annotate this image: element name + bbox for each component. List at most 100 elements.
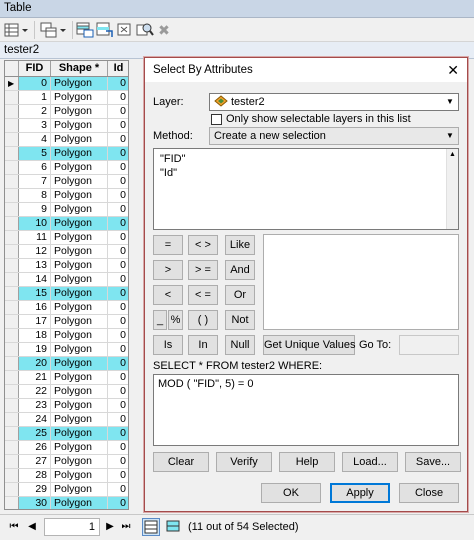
cell-fid[interactable]: 26	[19, 441, 51, 454]
operator-less-button[interactable]: <	[153, 285, 183, 305]
cell-fid[interactable]: 1	[19, 91, 51, 104]
cell-id[interactable]: 0	[108, 105, 128, 118]
layer-dropdown[interactable]: tester2 ▼	[209, 93, 459, 111]
cell-id[interactable]: 0	[108, 175, 128, 188]
table-row[interactable]: 14 Polygon 0	[5, 273, 128, 287]
field-item-fid[interactable]: "FID"	[160, 153, 186, 165]
first-record-button[interactable]: ⏮	[8, 520, 20, 534]
cell-fid[interactable]: 5	[19, 147, 51, 160]
cell-fid[interactable]: 9	[19, 203, 51, 216]
table-row[interactable]: 22 Polygon 0	[5, 385, 128, 399]
current-record-field[interactable]: 1	[44, 518, 100, 536]
cell-shape[interactable]: Polygon	[51, 77, 108, 90]
cell-id[interactable]: 0	[108, 427, 128, 440]
cell-id[interactable]: 0	[108, 147, 128, 160]
row-selector[interactable]	[5, 413, 19, 426]
unique-values-list[interactable]	[263, 234, 459, 330]
row-selector[interactable]	[5, 105, 19, 118]
cell-shape[interactable]: Polygon	[51, 329, 108, 342]
cell-id[interactable]: 0	[108, 357, 128, 370]
table-row[interactable]: 4 Polygon 0	[5, 133, 128, 147]
row-selector[interactable]	[5, 133, 19, 146]
cell-shape[interactable]: Polygon	[51, 259, 108, 272]
operator-not-button[interactable]: Not	[225, 310, 255, 330]
cell-fid[interactable]: 28	[19, 469, 51, 482]
cell-shape[interactable]: Polygon	[51, 357, 108, 370]
zoom-to-selected-button[interactable]	[136, 22, 154, 38]
row-selector[interactable]	[5, 189, 19, 202]
operator-and-button[interactable]: And	[225, 260, 255, 280]
row-selector[interactable]	[5, 161, 19, 174]
table-row[interactable]: 30 Polygon 0	[5, 497, 128, 509]
cell-shape[interactable]: Polygon	[51, 497, 108, 509]
method-dropdown[interactable]: Create a new selection ▼	[209, 127, 459, 145]
operator-like-button[interactable]: Like	[225, 235, 255, 255]
operator-is-button[interactable]: Is	[153, 335, 183, 355]
row-selector[interactable]	[5, 259, 19, 272]
row-selector[interactable]	[5, 203, 19, 216]
clear-button[interactable]: Clear	[153, 452, 209, 472]
cell-fid[interactable]: 16	[19, 301, 51, 314]
cell-id[interactable]: 0	[108, 301, 128, 314]
column-header-fid[interactable]: FID	[19, 61, 51, 76]
table-row[interactable]: 23 Polygon 0	[5, 399, 128, 413]
table-row[interactable]: 5 Polygon 0	[5, 147, 128, 161]
cell-id[interactable]: 0	[108, 497, 128, 509]
row-selector[interactable]	[5, 147, 19, 160]
cell-fid[interactable]: 17	[19, 315, 51, 328]
row-selector[interactable]	[5, 315, 19, 328]
table-row[interactable]: ▶ 0 Polygon 0	[5, 77, 128, 91]
show-all-records-button[interactable]	[142, 518, 160, 536]
row-selector[interactable]	[5, 343, 19, 356]
operator-or-button[interactable]: Or	[225, 285, 255, 305]
switch-selection-button[interactable]	[96, 22, 114, 38]
cell-shape[interactable]: Polygon	[51, 287, 108, 300]
table-row[interactable]: 19 Polygon 0	[5, 343, 128, 357]
cell-shape[interactable]: Polygon	[51, 427, 108, 440]
cell-id[interactable]: 0	[108, 77, 128, 90]
cell-shape[interactable]: Polygon	[51, 231, 108, 244]
cell-shape[interactable]: Polygon	[51, 203, 108, 216]
cell-shape[interactable]: Polygon	[51, 119, 108, 132]
table-row[interactable]: 11 Polygon 0	[5, 231, 128, 245]
help-button[interactable]: Help	[279, 452, 335, 472]
cell-shape[interactable]: Polygon	[51, 105, 108, 118]
cell-id[interactable]: 0	[108, 399, 128, 412]
cell-id[interactable]: 0	[108, 483, 128, 496]
cell-id[interactable]: 0	[108, 343, 128, 356]
cell-fid[interactable]: 29	[19, 483, 51, 496]
column-header-id[interactable]: Id	[108, 61, 128, 76]
cell-shape[interactable]: Polygon	[51, 455, 108, 468]
next-record-button[interactable]: ▶	[104, 520, 116, 534]
cell-id[interactable]: 0	[108, 133, 128, 146]
operator-equals-button[interactable]: =	[153, 235, 183, 255]
row-selector[interactable]	[5, 231, 19, 244]
table-row[interactable]: 6 Polygon 0	[5, 161, 128, 175]
row-selector[interactable]	[5, 441, 19, 454]
cell-shape[interactable]: Polygon	[51, 399, 108, 412]
cell-fid[interactable]: 27	[19, 455, 51, 468]
cell-shape[interactable]: Polygon	[51, 161, 108, 174]
cell-shape[interactable]: Polygon	[51, 175, 108, 188]
cell-fid[interactable]: 19	[19, 343, 51, 356]
table-row[interactable]: 12 Polygon 0	[5, 245, 128, 259]
row-selector[interactable]	[5, 287, 19, 300]
row-selector[interactable]	[5, 385, 19, 398]
table-row[interactable]: 2 Polygon 0	[5, 105, 128, 119]
table-row[interactable]: 15 Polygon 0	[5, 287, 128, 301]
cell-id[interactable]: 0	[108, 119, 128, 132]
table-row[interactable]: 21 Polygon 0	[5, 371, 128, 385]
cell-shape[interactable]: Polygon	[51, 469, 108, 482]
cell-shape[interactable]: Polygon	[51, 245, 108, 258]
cell-fid[interactable]: 21	[19, 371, 51, 384]
cell-fid[interactable]: 2	[19, 105, 51, 118]
verify-button[interactable]: Verify	[216, 452, 272, 472]
cell-fid[interactable]: 14	[19, 273, 51, 286]
cell-fid[interactable]: 10	[19, 217, 51, 230]
operator-percent-button[interactable]: %	[168, 310, 183, 330]
cell-shape[interactable]: Polygon	[51, 91, 108, 104]
cell-id[interactable]: 0	[108, 329, 128, 342]
show-selected-records-button[interactable]	[164, 518, 182, 536]
table-row[interactable]: 10 Polygon 0	[5, 217, 128, 231]
cell-fid[interactable]: 13	[19, 259, 51, 272]
